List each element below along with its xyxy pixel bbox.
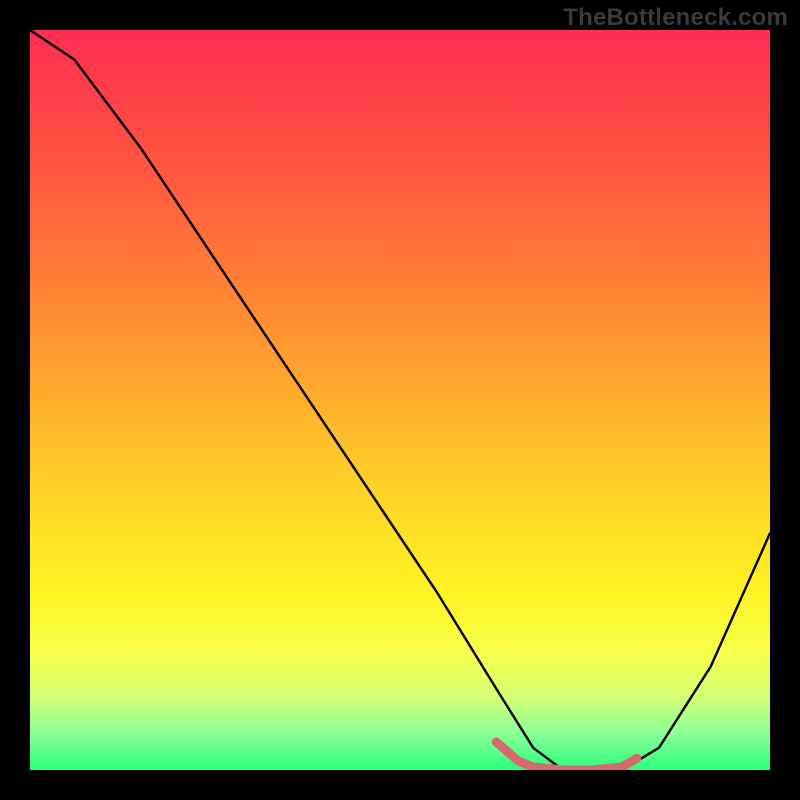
bottom-highlight-segment — [496, 742, 637, 770]
chart-frame: TheBottleneck.com — [0, 0, 800, 800]
watermark-text: TheBottleneck.com — [563, 4, 788, 32]
plot-area — [30, 30, 770, 770]
bottleneck-curve — [30, 30, 770, 770]
chart-svg — [30, 30, 770, 770]
